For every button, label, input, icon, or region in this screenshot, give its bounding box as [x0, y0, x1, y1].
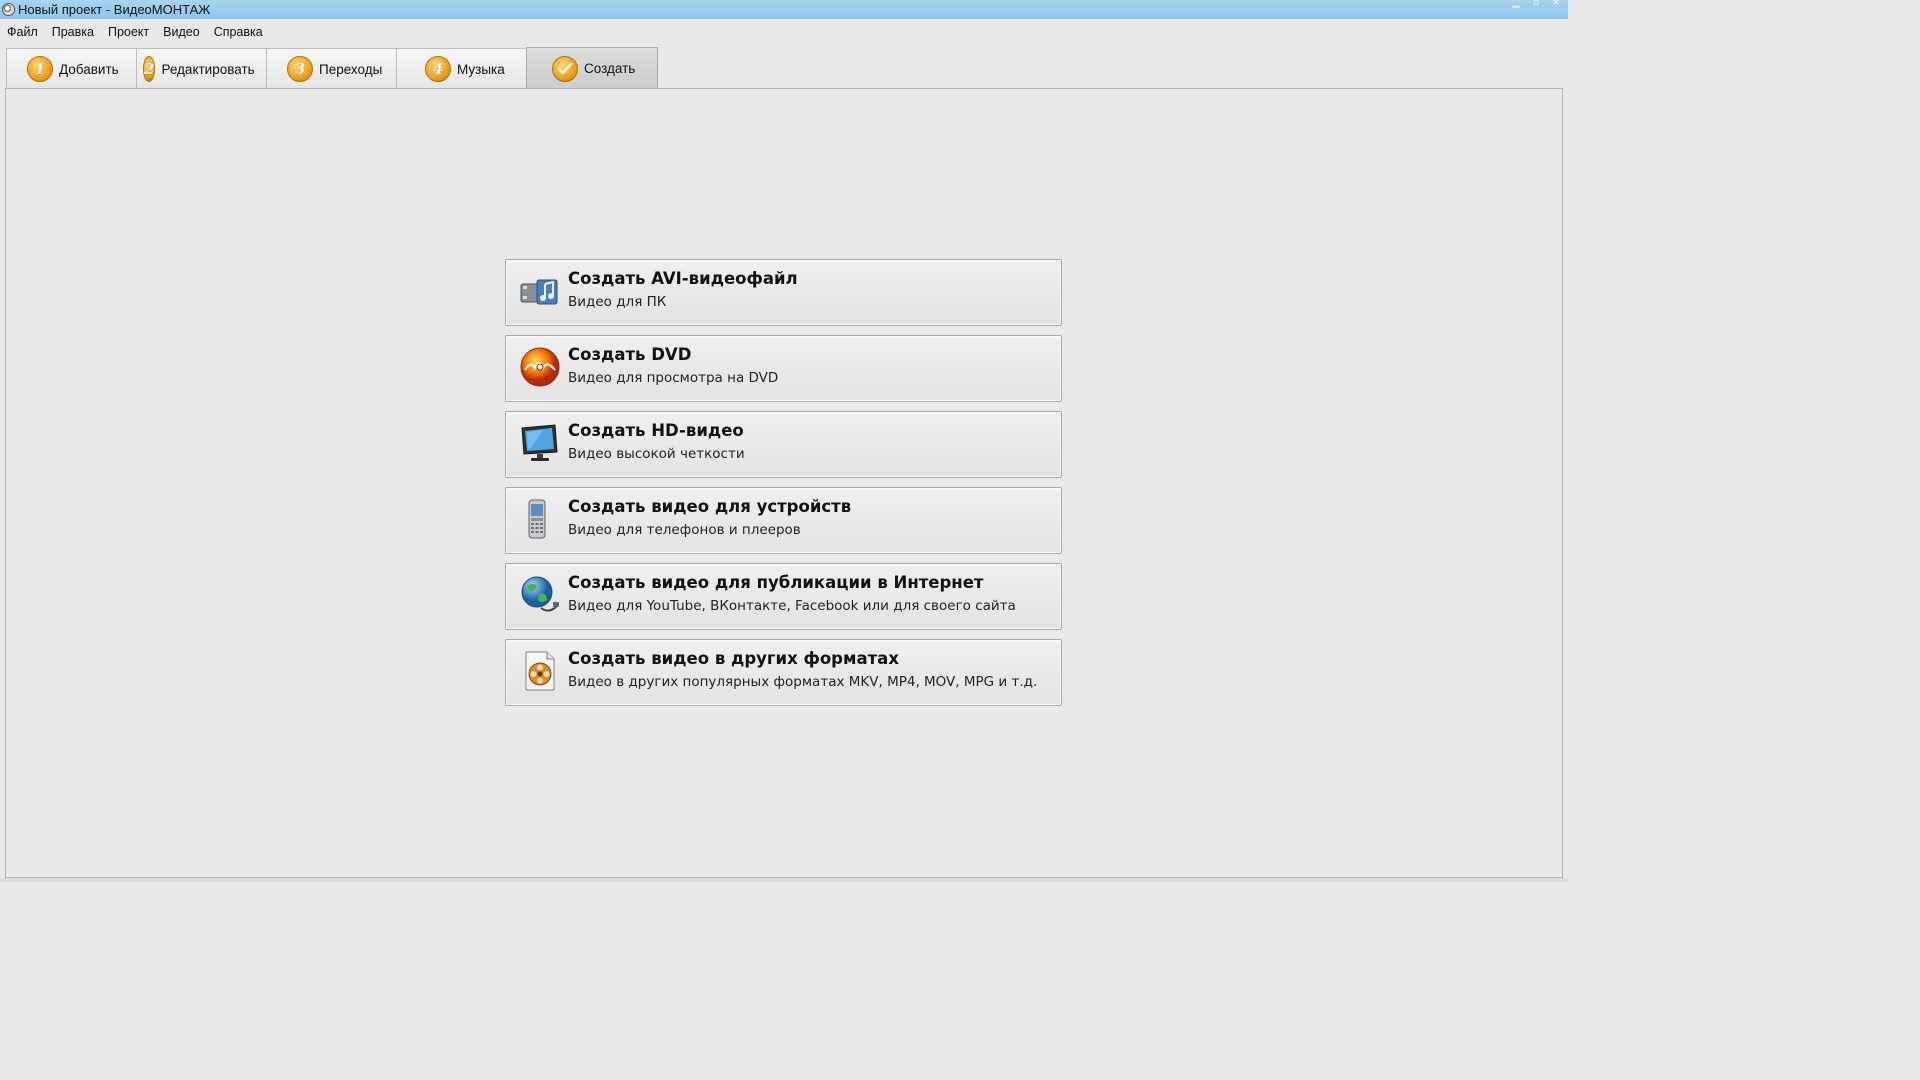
menu-project[interactable]: Проект: [108, 25, 149, 39]
film-reel-file-icon: [519, 650, 561, 692]
checkmark-badge-icon: [552, 55, 578, 82]
step-4-badge-icon: 4: [425, 56, 451, 82]
option-subtitle: Видео для просмотра на DVD: [568, 370, 779, 386]
globe-internet-icon: [519, 574, 561, 616]
create-avi-button[interactable]: Создать AVI-видеофайл Видео для ПК: [505, 259, 1062, 326]
option-title: Создать видео для устройств: [568, 497, 852, 516]
option-subtitle: Видео в других популярных форматах MKV, …: [568, 674, 1038, 690]
window-controls: ▁ ▫ ✕: [1508, 0, 1564, 8]
option-title: Создать DVD: [568, 345, 692, 364]
tab-transitions[interactable]: 3 Переходы: [266, 48, 397, 89]
tab-create[interactable]: Создать: [526, 47, 658, 89]
tab-label: Создать: [584, 61, 636, 76]
menu-help[interactable]: Справка: [214, 25, 263, 39]
tab-label: Добавить: [59, 61, 119, 77]
status-strip: [0, 878, 1568, 882]
tab-edit[interactable]: 2 Редактировать: [136, 48, 267, 89]
step-1-badge-icon: 1: [27, 56, 53, 82]
menu-bar: Файл Правка Проект Видео Справка: [0, 22, 1568, 42]
step-2-badge-icon: 2: [143, 56, 156, 82]
mobile-phone-icon: [519, 498, 561, 540]
create-hd-button[interactable]: Создать HD-видео Видео высокой четкости: [505, 411, 1062, 478]
step-3-badge-icon: 3: [287, 56, 313, 82]
create-dvd-button[interactable]: Создать DVD Видео для просмотра на DVD: [505, 335, 1062, 402]
window-title: Новый проект - ВидеоМОНТАЖ: [18, 2, 211, 17]
option-title: Создать HD-видео: [568, 421, 744, 440]
maximize-icon[interactable]: ▫: [1528, 0, 1544, 8]
create-devices-button[interactable]: Создать видео для устройств Видео для те…: [505, 487, 1062, 554]
option-title: Создать видео в других форматах: [568, 649, 899, 668]
menu-edit[interactable]: Правка: [52, 25, 94, 39]
app-icon: [2, 3, 15, 16]
close-icon[interactable]: ✕: [1548, 0, 1564, 8]
option-subtitle: Видео для YouTube, ВКонтакте, Facebook и…: [568, 598, 1016, 614]
option-subtitle: Видео высокой четкости: [568, 446, 745, 462]
tab-add[interactable]: 1 Добавить: [6, 48, 137, 89]
dvd-disc-icon: [519, 346, 561, 388]
tab-label: Музыка: [457, 61, 505, 77]
export-options: Создать AVI-видеофайл Видео для ПК Созда…: [505, 259, 1062, 715]
step-tabs: 1 Добавить 2 Редактировать 3 Переходы 4 …: [6, 47, 658, 89]
menu-file[interactable]: Файл: [7, 25, 38, 39]
tab-music[interactable]: 4 Музыка: [396, 48, 527, 89]
option-title: Создать видео для публикации в Интернет: [568, 573, 984, 592]
menu-video[interactable]: Видео: [163, 25, 200, 39]
tab-label: Переходы: [319, 61, 383, 77]
avi-film-icon: [519, 270, 561, 312]
minimize-icon[interactable]: ▁: [1508, 0, 1524, 8]
option-subtitle: Видео для ПК: [568, 294, 667, 310]
hd-monitor-icon: [519, 422, 561, 464]
create-other-formats-button[interactable]: Создать видео в других форматах Видео в …: [505, 639, 1062, 706]
create-internet-button[interactable]: Создать видео для публикации в Интернет …: [505, 563, 1062, 630]
option-title: Создать AVI-видеофайл: [568, 269, 798, 288]
title-bar: Новый проект - ВидеоМОНТАЖ ▁ ▫ ✕: [0, 0, 1568, 19]
option-subtitle: Видео для телефонов и плееров: [568, 522, 801, 538]
tab-label: Редактировать: [161, 61, 255, 77]
